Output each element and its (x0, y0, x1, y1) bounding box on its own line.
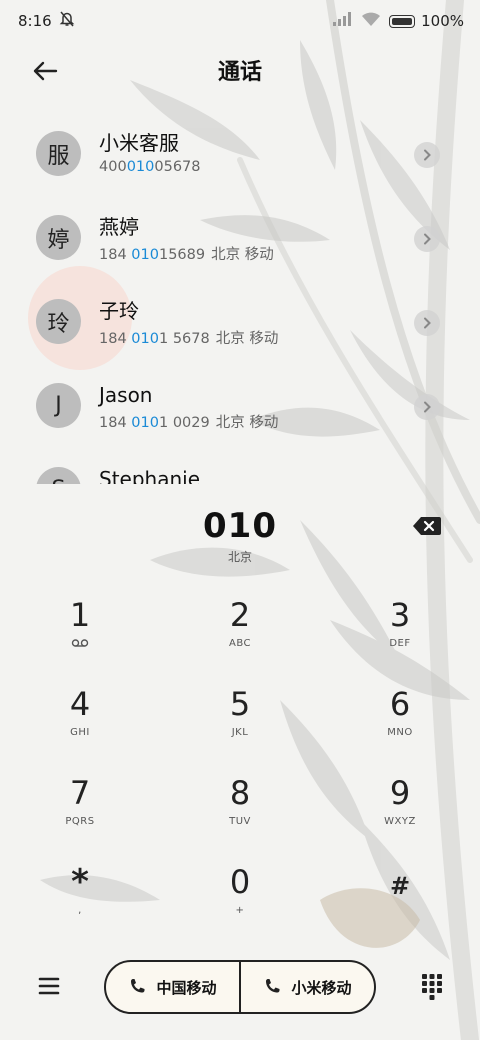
sim2-label: 小米移动 (291, 978, 352, 997)
contact-row[interactable]: 玲 子玲 184 0101 5678 北京 移动 (0, 282, 480, 366)
key-9[interactable]: 9 WXYZ (320, 768, 480, 857)
key-6[interactable]: 6 MNO (320, 679, 480, 768)
chevron-right-icon (424, 401, 431, 413)
mute-bell-icon (58, 10, 76, 32)
voicemail-icon (71, 638, 89, 651)
contact-name: 小米客服 (99, 131, 179, 155)
contact-details-button[interactable] (414, 310, 440, 336)
hamburger-menu-icon (38, 977, 60, 995)
contact-number: 184 01015689 北京 移动 (99, 247, 274, 263)
contact-number: 40001005678 (99, 159, 201, 175)
dialed-number: 010 (203, 506, 277, 546)
number-region: 北京 (227, 550, 252, 564)
sim1-label: 中国移动 (156, 978, 217, 997)
contact-row[interactable]: 婷 燕婷 184 01015689 北京 移动 (0, 198, 480, 282)
avatar: 服 (36, 131, 81, 176)
contact-row[interactable]: S Stephanie (0, 450, 480, 484)
battery-percent: 100% (421, 12, 464, 30)
key-4[interactable]: 4 GHI (0, 679, 160, 768)
contact-details-button[interactable] (414, 226, 440, 252)
chevron-right-icon (424, 233, 431, 245)
wifi-icon (361, 12, 381, 31)
key-3[interactable]: 3 DEF (320, 590, 480, 679)
phone-sim1-icon (131, 979, 145, 993)
dual-sim-call-buttons: 中国移动 小米移动 (104, 960, 376, 1014)
back-button[interactable] (28, 54, 62, 88)
dialed-number-display: 010 北京 (0, 506, 480, 565)
contact-name: 子玲 (99, 299, 139, 323)
backspace-icon (413, 517, 441, 535)
contact-name: Jason (99, 383, 153, 407)
signal-icon (333, 12, 353, 30)
contact-row[interactable]: 服 小米客服 40001005678 (0, 114, 480, 198)
contact-location: 北京 移动 (215, 331, 279, 347)
bottom-action-bar: 中国移动 小米移动 (0, 958, 480, 1016)
key-star[interactable]: *, (0, 857, 160, 946)
key-hash[interactable]: # (320, 857, 480, 946)
key-0[interactable]: 0 + (160, 857, 320, 946)
menu-button[interactable] (34, 973, 64, 999)
avatar: 玲 (36, 299, 81, 344)
phone-sim2-icon (266, 979, 280, 993)
key-5[interactable]: 5 JKL (160, 679, 320, 768)
contact-number: 184 0101 5678 北京 移动 (99, 331, 279, 347)
avatar: 婷 (36, 215, 81, 260)
avatar: S (36, 467, 81, 484)
contact-name: 燕婷 (99, 215, 139, 239)
arrow-left-icon (33, 61, 58, 81)
status-bar: 8:16 100% (0, 0, 480, 42)
key-1[interactable]: 1 (0, 590, 160, 679)
dialer-screen: 8:16 100% 通话 服 小米客服 40001005678 婷 燕婷 184… (0, 0, 480, 1040)
chevron-right-icon (424, 149, 431, 161)
call-sim1-button[interactable]: 中国移动 (106, 962, 239, 1012)
battery-icon (389, 14, 416, 28)
contact-details-button[interactable] (414, 394, 440, 420)
page-title: 通话 (217, 60, 262, 85)
call-sim2-button[interactable]: 小米移动 (239, 962, 374, 1012)
contact-name: Stephanie (99, 467, 201, 484)
contact-number: 184 0101 0029 北京 移动 (99, 415, 279, 431)
key-8[interactable]: 8 TUV (160, 768, 320, 857)
avatar: J (36, 383, 81, 428)
dialpad-grid-icon (422, 974, 442, 1000)
contact-details-button[interactable] (414, 142, 440, 168)
contact-location: 北京 移动 (215, 415, 279, 431)
key-7[interactable]: 7 PQRS (0, 768, 160, 857)
chevron-right-icon (424, 317, 431, 329)
status-time: 8:16 (18, 12, 52, 30)
backspace-button[interactable] (412, 514, 442, 538)
contact-location: 北京 移动 (211, 247, 274, 263)
key-2[interactable]: 2 ABC (160, 590, 320, 679)
keypad-toggle-button[interactable] (420, 972, 444, 1002)
dial-keypad: 1 2 ABC 3 DEF 4 GHI 5 JKL 6 MNO 7 PQRS 8 TUV 9W… (0, 590, 480, 946)
contact-match-list: 服 小米客服 40001005678 婷 燕婷 184 01015689 北京 移… (0, 114, 480, 484)
app-header: 通话 (0, 46, 480, 94)
contact-row[interactable]: J Jason 184 0101 0029 北京 移动 (0, 366, 480, 450)
